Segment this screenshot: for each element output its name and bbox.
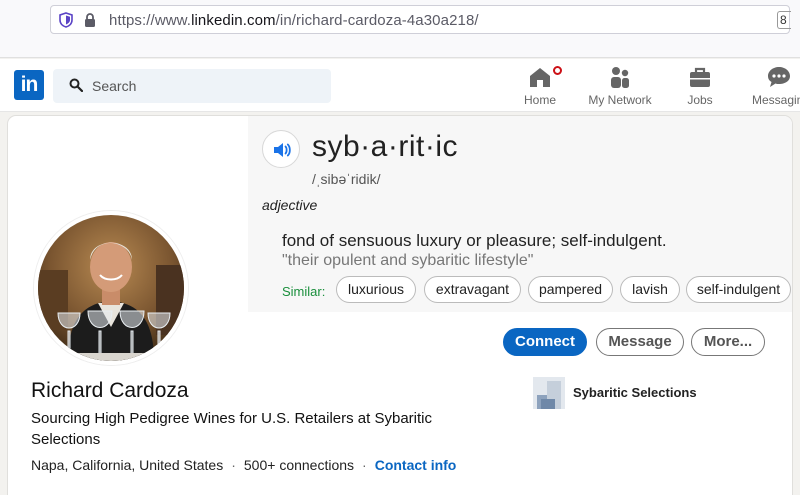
location-row: Napa, California, United States · 500+ con… <box>31 457 456 473</box>
address-bar[interactable]: https://www.linkedin.com/in/richard-card… <box>50 5 791 34</box>
url-text: https://www.linkedin.com/in/richard-card… <box>109 12 479 29</box>
profile-location: Napa, California, United States <box>31 457 224 473</box>
nav-home-label: Home <box>523 93 556 107</box>
browser-badge[interactable]: 8 <box>777 11 791 29</box>
profile-name: Richard Cardoza <box>31 379 189 402</box>
lock-icon[interactable] <box>83 12 97 28</box>
synonym-chip[interactable]: pampered <box>528 276 613 303</box>
chat-icon <box>766 65 792 89</box>
dictionary-word: syb·a·rit·ic <box>312 130 458 163</box>
company-logo <box>533 377 565 409</box>
nav-jobs[interactable]: Jobs <box>684 65 716 111</box>
speaker-icon <box>274 143 291 157</box>
connect-button[interactable]: Connect <box>503 328 587 356</box>
separator: · <box>362 457 367 473</box>
nav-home[interactable]: Home <box>522 64 564 111</box>
message-button[interactable]: Message <box>596 328 684 356</box>
search-icon <box>69 78 84 93</box>
home-icon <box>527 64 564 89</box>
nav-jobs-label: Jobs <box>687 93 713 107</box>
contact-info-link[interactable]: Contact info <box>375 457 457 473</box>
profile-headline: Sourcing High Pedigree Wines for U.S. Re… <box>31 410 433 448</box>
url-prefix: https://www. <box>109 12 192 29</box>
linkedin-logo[interactable]: in <box>14 70 44 100</box>
profile-card: syb·a·rit·ic /ˌsibəˈridik/ adjective fon… <box>8 116 792 495</box>
synonym-chip[interactable]: self-indulgent <box>686 276 791 303</box>
briefcase-icon <box>687 65 713 89</box>
search-placeholder: Search <box>92 78 137 94</box>
company-name: Sybaritic Selections <box>573 385 697 400</box>
nav-messaging-label: Messaging <box>752 93 800 107</box>
search-input[interactable]: Search <box>53 69 331 103</box>
usage-example: "their opulent and sybaritic lifestyle" <box>282 252 534 269</box>
url-path: /in/richard-cardoza-4a30a218/ <box>275 12 479 29</box>
definition: fond of sensuous luxury or pleasure; sel… <box>282 231 667 250</box>
browser-toolbar: https://www.linkedin.com/in/richard-card… <box>0 0 800 58</box>
synonym-chip[interactable]: lavish <box>620 276 680 303</box>
similar-label: Similar: <box>282 284 326 299</box>
pronunciation: /ˌsibəˈridik/ <box>312 171 381 187</box>
linkedin-header: in Search Home My Network Jobs Messaging <box>0 59 800 112</box>
dictionary-popup: syb·a·rit·ic /ˌsibəˈridik/ adjective fon… <box>248 116 792 312</box>
part-of-speech: adjective <box>262 197 318 213</box>
url-domain: linkedin.com <box>191 12 276 29</box>
nav-my-network-label: My Network <box>588 93 652 107</box>
avatar[interactable] <box>34 211 188 365</box>
pronounce-button[interactable] <box>262 130 300 168</box>
separator: · <box>231 457 236 473</box>
synonym-chip[interactable]: extravagant <box>424 276 521 303</box>
nav-messaging[interactable]: Messaging <box>752 65 800 111</box>
tracking-protection-icon[interactable] <box>59 12 73 28</box>
nav-my-network[interactable]: My Network <box>588 65 652 111</box>
connections-count[interactable]: 500+ connections <box>244 457 354 473</box>
notification-badge <box>551 64 564 77</box>
network-icon <box>607 65 633 89</box>
more-button[interactable]: More... <box>691 328 765 356</box>
synonym-chip[interactable]: luxurious <box>336 276 416 303</box>
